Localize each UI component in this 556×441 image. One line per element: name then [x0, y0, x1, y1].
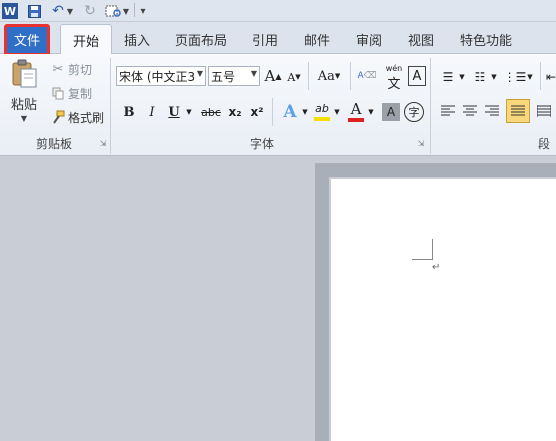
change-case-button[interactable]: Aa ▼: [316, 66, 342, 86]
subscript-button[interactable]: x₂: [226, 101, 244, 123]
underline-button[interactable]: U: [166, 101, 182, 123]
word-icon[interactable]: W: [2, 3, 18, 19]
paragraph-mark-icon: ↵: [432, 262, 441, 273]
enclose-characters-button[interactable]: 字: [404, 102, 424, 122]
preview-dropdown-icon[interactable]: ▼: [122, 3, 130, 19]
bold-button[interactable]: B: [120, 101, 138, 123]
multilevel-list-icon[interactable]: ⋮☰: [504, 67, 527, 87]
tab-mailings[interactable]: 邮件: [298, 26, 336, 53]
chevron-down-icon: ▼: [196, 69, 203, 78]
superscript-button[interactable]: x²: [248, 101, 266, 123]
underline-dropdown-icon[interactable]: ▼: [184, 101, 194, 123]
qat-separator: [134, 3, 135, 17]
numbering-dropdown-icon[interactable]: ▼: [490, 70, 498, 84]
font-size-combo[interactable]: 五号 ▼: [208, 66, 260, 86]
customize-icon[interactable]: ▾: [138, 3, 148, 19]
align-center-icon[interactable]: [460, 101, 480, 121]
multilevel-dropdown-icon[interactable]: ▼: [526, 70, 534, 84]
print-preview-icon[interactable]: [104, 3, 122, 19]
phonetic-guide-button[interactable]: wén 文: [382, 64, 406, 92]
group-separator: [110, 58, 111, 154]
file-tab-highlight-box: [4, 24, 50, 56]
horizontal-ruler[interactable]: [315, 163, 556, 177]
decrease-indent-icon[interactable]: ⇤: [546, 67, 556, 87]
cut-button[interactable]: 剪切: [68, 61, 92, 77]
margin-corner-mark: [412, 259, 433, 260]
tab-review[interactable]: 审阅: [350, 26, 388, 53]
phonetic-label: wén: [385, 64, 403, 73]
text-effect-button[interactable]: A: [280, 101, 300, 123]
copy-icon[interactable]: [50, 85, 66, 101]
clipboard-group-label: 剪贴板: [35, 136, 72, 151]
distributed-align-icon[interactable]: [534, 101, 554, 121]
group-separator: [430, 58, 431, 154]
margin-corner-mark: [432, 239, 433, 260]
quick-access-toolbar: W ↶ ▼ ↻ ▼ ▾: [0, 0, 556, 22]
highlight-label: ab: [315, 102, 329, 115]
font-color-button[interactable]: A: [346, 100, 366, 124]
chevron-down-icon: ▼: [250, 69, 257, 78]
phonetic-char: 文: [387, 77, 401, 92]
watermark: 经验首页: [482, 393, 526, 406]
character-border-button[interactable]: A: [408, 66, 426, 86]
clear-format-icon[interactable]: A ⌫: [356, 66, 378, 86]
format-painter-button[interactable]: 格式刷: [68, 109, 104, 125]
font-name-combo[interactable]: 宋体 (中文正3 ▼: [116, 66, 206, 86]
character-shading-button[interactable]: A: [382, 103, 400, 121]
copy-button[interactable]: 复制: [68, 85, 92, 101]
bullets-dropdown-icon[interactable]: ▼: [458, 70, 466, 84]
grow-font-button[interactable]: A ▲: [264, 66, 282, 86]
tab-references[interactable]: 引用: [246, 26, 284, 53]
vertical-ruler[interactable]: [315, 163, 329, 441]
tab-insert[interactable]: 插入: [118, 26, 156, 53]
font-color-bar: [348, 118, 364, 122]
strikethrough-button[interactable]: abc: [200, 101, 222, 123]
align-right-icon[interactable]: [482, 101, 502, 121]
paste-dropdown-icon[interactable]: ▼: [18, 113, 30, 123]
highlight-button[interactable]: ab: [312, 100, 332, 124]
redo-icon[interactable]: ↻: [82, 3, 98, 19]
undo-icon[interactable]: ↶: [50, 3, 66, 19]
tab-view[interactable]: 视图: [402, 26, 440, 53]
undo-dropdown-icon[interactable]: ▼: [66, 3, 74, 19]
font-size-value: 五号: [211, 69, 236, 84]
italic-button[interactable]: I: [144, 101, 160, 123]
tab-special-features[interactable]: 特色功能: [454, 26, 518, 53]
paragraph-group-label: 段: [538, 136, 551, 151]
clipboard-launcher-icon[interactable]: ⇲: [98, 138, 108, 148]
row-separator: [308, 62, 309, 90]
tab-home[interactable]: 开始: [60, 24, 112, 55]
tab-page-layout[interactable]: 页面布局: [170, 26, 232, 53]
font-color-label: A: [350, 100, 362, 118]
font-color-dropdown-icon[interactable]: ▼: [366, 101, 376, 123]
justify-icon[interactable]: [506, 99, 530, 123]
highlight-color-bar: [314, 117, 330, 121]
row-separator: [350, 62, 351, 90]
row-separator: [272, 98, 273, 126]
shrink-font-button[interactable]: A ▼: [286, 68, 302, 86]
font-launcher-icon[interactable]: ⇲: [416, 138, 426, 148]
bullets-icon[interactable]: ☰: [438, 67, 458, 87]
save-icon[interactable]: [26, 3, 42, 19]
font-name-value: 宋体 (中文正3: [119, 69, 196, 84]
highlight-dropdown-icon[interactable]: ▼: [332, 101, 342, 123]
format-painter-icon[interactable]: [50, 109, 66, 125]
row-separator: [540, 62, 541, 90]
text-effect-dropdown-icon[interactable]: ▼: [300, 101, 310, 123]
font-group-label: 字体: [249, 136, 274, 151]
align-left-icon[interactable]: [438, 101, 458, 121]
paste-icon[interactable]: [8, 58, 40, 90]
cut-icon[interactable]: ✂: [50, 61, 66, 77]
numbering-icon[interactable]: ☷: [470, 67, 490, 87]
paste-button[interactable]: 粘贴: [6, 94, 42, 113]
